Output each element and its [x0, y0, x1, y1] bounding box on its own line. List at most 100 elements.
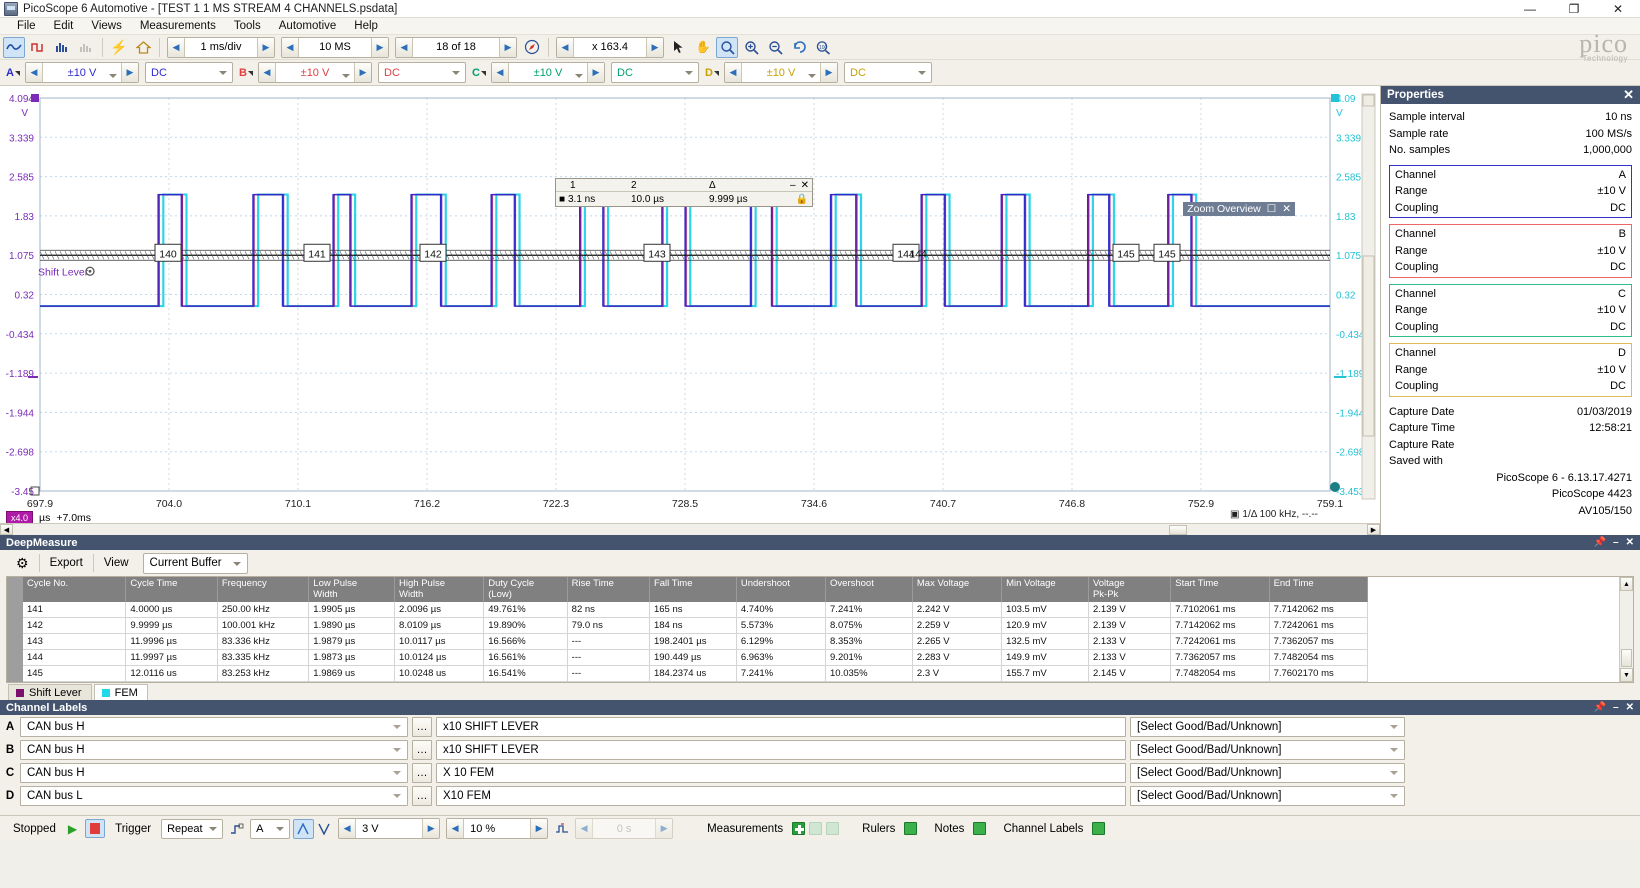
- properties-close-icon[interactable]: ✕: [1623, 87, 1634, 103]
- table-row[interactable]: 141 4.0000 µs 250.00 kHz 1.9905 µs 2.0096 µs…: [23, 602, 1369, 618]
- deepmeasure-pin-icon[interactable]: 📌: [1594, 537, 1606, 548]
- minimize-button[interactable]: —: [1508, 0, 1552, 18]
- samples-prev-icon[interactable]: ◀: [282, 37, 299, 57]
- pretrigger-prev-icon[interactable]: ◀: [576, 819, 594, 838]
- trigger-level-spinner[interactable]: ◀ 3 V ▶: [338, 818, 441, 839]
- channel-a-range-next-icon[interactable]: ▶: [121, 63, 138, 82]
- menu-edit[interactable]: Edit: [45, 19, 83, 33]
- scope-hscroll-thumb[interactable]: [1169, 524, 1187, 535]
- zoom-factor-spinner[interactable]: ◀ x 163.4 ▶: [556, 36, 664, 58]
- channel-a-label[interactable]: A: [2, 67, 22, 79]
- maximize-button[interactable]: ❐: [1552, 0, 1596, 18]
- channel-c-range-spinner[interactable]: ◀ ±10 V ▶: [491, 62, 605, 83]
- persistence-view-icon[interactable]: [75, 37, 97, 58]
- pretrigger-icon[interactable]: [551, 819, 572, 839]
- table-column-header[interactable]: Undershoot: [736, 577, 827, 602]
- pointer-icon[interactable]: [668, 37, 690, 58]
- channel-name-more-button[interactable]: …: [412, 739, 432, 760]
- lightning-icon[interactable]: ⚡: [108, 37, 130, 58]
- channel-b-range-value[interactable]: ±10 V: [301, 67, 330, 79]
- edit-measurement-icon[interactable]: [809, 822, 823, 835]
- trigger-edge-icon[interactable]: [226, 819, 247, 839]
- table-column-header[interactable]: Min Voltage: [1001, 577, 1089, 602]
- rulers-toggle-icon[interactable]: [904, 822, 918, 835]
- trigger-percent-next-icon[interactable]: ▶: [530, 819, 548, 838]
- trigger-rising-edge-icon[interactable]: [293, 818, 315, 839]
- zoom-box-icon[interactable]: [716, 36, 738, 58]
- channel-a-range-spinner[interactable]: ◀ ±10 V ▶: [25, 62, 139, 83]
- add-measurement-icon[interactable]: [792, 822, 806, 835]
- home-icon[interactable]: [132, 37, 154, 58]
- table-row[interactable]: 142 9.9999 µs 100.001 kHz 1.9890 µs 8.0109 µ…: [23, 617, 1369, 634]
- menu-file[interactable]: File: [8, 19, 45, 33]
- waveform-canvas[interactable]: 4.094 4.093.339 3.3392.585 2.5851.83 1.831.0…: [0, 86, 1380, 535]
- menu-help[interactable]: Help: [345, 19, 387, 33]
- deepmeasure-view-button[interactable]: View: [94, 553, 139, 574]
- trigger-percent-spinner[interactable]: ◀ 10 % ▶: [446, 818, 549, 839]
- channel-name-more-button[interactable]: …: [412, 716, 432, 737]
- trigger-level-value[interactable]: 3 V: [356, 823, 422, 835]
- zoom-100-icon[interactable]: 100: [812, 37, 834, 58]
- table-column-header[interactable]: High Pulse Width: [394, 577, 485, 602]
- table-column-header[interactable]: Max Voltage: [912, 577, 1003, 602]
- zoom-overview-close-icon[interactable]: ✕: [1282, 203, 1291, 215]
- ruler-lock-icon[interactable]: 🔒: [796, 194, 812, 205]
- menu-measurements[interactable]: Measurements: [131, 19, 225, 33]
- table-column-header[interactable]: Frequency: [217, 577, 310, 602]
- trigger-mode-select[interactable]: Repeat: [161, 818, 224, 839]
- table-column-header[interactable]: Voltage Pk-Pk: [1088, 577, 1172, 602]
- table-row[interactable]: 143 11.9996 µs 83.336 kHz 1.9879 µs 10.0117 …: [23, 633, 1369, 650]
- channel-b-coupling[interactable]: DC: [378, 62, 466, 83]
- tab-shift-lever[interactable]: Shift Lever: [8, 684, 92, 700]
- scope-view[interactable]: 4.094 4.09 3.339 3.339 2.585 2.585 1.83 1.83 1.0…: [0, 86, 1380, 535]
- ruler-minimize-icon[interactable]: –: [790, 180, 796, 191]
- channel-c-range-value[interactable]: ±10 V: [534, 67, 563, 79]
- deepmeasure-table[interactable]: Cycle No. Cycle Time Frequency Low Pulse Wid…: [23, 577, 1369, 682]
- channel-name-more-button[interactable]: …: [412, 762, 432, 783]
- trigger-level-prev-icon[interactable]: ◀: [339, 819, 357, 838]
- scope-hscroll-right-icon[interactable]: ▶: [1367, 524, 1380, 535]
- scope-hscrollbar[interactable]: ◀ ▶: [0, 523, 1380, 535]
- channel-d-range-value[interactable]: ±10 V: [767, 67, 796, 79]
- channel-a-range-prev-icon[interactable]: ◀: [26, 63, 43, 82]
- channel-a-coupling[interactable]: DC: [145, 62, 233, 83]
- channel-labels-toggle-icon[interactable]: [1092, 822, 1106, 835]
- trigger-percent-value[interactable]: 10 %: [464, 823, 530, 835]
- zoom-factor-value[interactable]: x 163.4: [574, 41, 646, 53]
- channel-name-select[interactable]: CAN bus H: [20, 762, 408, 783]
- table-column-header[interactable]: Duty Cycle (Low): [483, 577, 568, 602]
- timebase-next-icon[interactable]: ▶: [257, 37, 274, 57]
- buffer-value[interactable]: 18 of 18: [413, 41, 499, 53]
- deepmeasure-minimize-icon[interactable]: –: [1613, 537, 1619, 548]
- deepmeasure-scroll-up-icon[interactable]: ▲: [1620, 577, 1633, 591]
- channel-d-range-prev-icon[interactable]: ◀: [725, 63, 742, 82]
- channel-note-input[interactable]: x10 SHIFT LEVER: [436, 739, 1126, 760]
- deepmeasure-close-icon[interactable]: ✕: [1626, 537, 1634, 548]
- deepmeasure-settings-icon[interactable]: ⚙: [6, 553, 39, 574]
- table-column-header[interactable]: Cycle Time: [125, 577, 218, 602]
- menu-tools[interactable]: Tools: [225, 19, 270, 33]
- buffer-prev-icon[interactable]: ◀: [396, 37, 413, 57]
- channel-b-range-next-icon[interactable]: ▶: [354, 63, 371, 82]
- table-column-header[interactable]: Cycle No.: [23, 577, 127, 602]
- deepmeasure-vscrollbar[interactable]: ▲ ▼: [1619, 577, 1633, 682]
- channel-d-range-spinner[interactable]: ◀ ±10 V ▶: [724, 62, 838, 83]
- buffer-next-icon[interactable]: ▶: [499, 37, 516, 57]
- channel-d-label[interactable]: D: [701, 67, 721, 79]
- deepmeasure-table-container[interactable]: Cycle No. Cycle Time Frequency Low Pulse Wid…: [6, 576, 1634, 683]
- table-row[interactable]: 144 11.9997 µs 83.335 kHz 1.9873 µs 10.0124 …: [23, 649, 1369, 666]
- table-column-header[interactable]: Overshoot: [825, 577, 913, 602]
- compass-icon[interactable]: [521, 37, 543, 58]
- trigger-falling-edge-icon[interactable]: [314, 819, 335, 839]
- deepmeasure-buffer-select[interactable]: Current Buffer: [142, 552, 248, 574]
- channel-d-coupling[interactable]: DC: [844, 62, 932, 83]
- deepmeasure-scroll-thumb[interactable]: [1621, 649, 1632, 667]
- pretrigger-spinner[interactable]: ◀ 0 s ▶: [575, 818, 674, 839]
- channel-d-range-next-icon[interactable]: ▶: [820, 63, 837, 82]
- close-button[interactable]: ✕: [1596, 0, 1640, 18]
- channel-b-range-spinner[interactable]: ◀ ±10 V ▶: [258, 62, 372, 83]
- delete-measurement-icon[interactable]: [826, 822, 840, 835]
- channel-labels-close-icon[interactable]: ✕: [1626, 702, 1634, 713]
- channel-name-select[interactable]: CAN bus H: [20, 739, 408, 760]
- scope-hscroll-left-icon[interactable]: ◀: [0, 524, 13, 535]
